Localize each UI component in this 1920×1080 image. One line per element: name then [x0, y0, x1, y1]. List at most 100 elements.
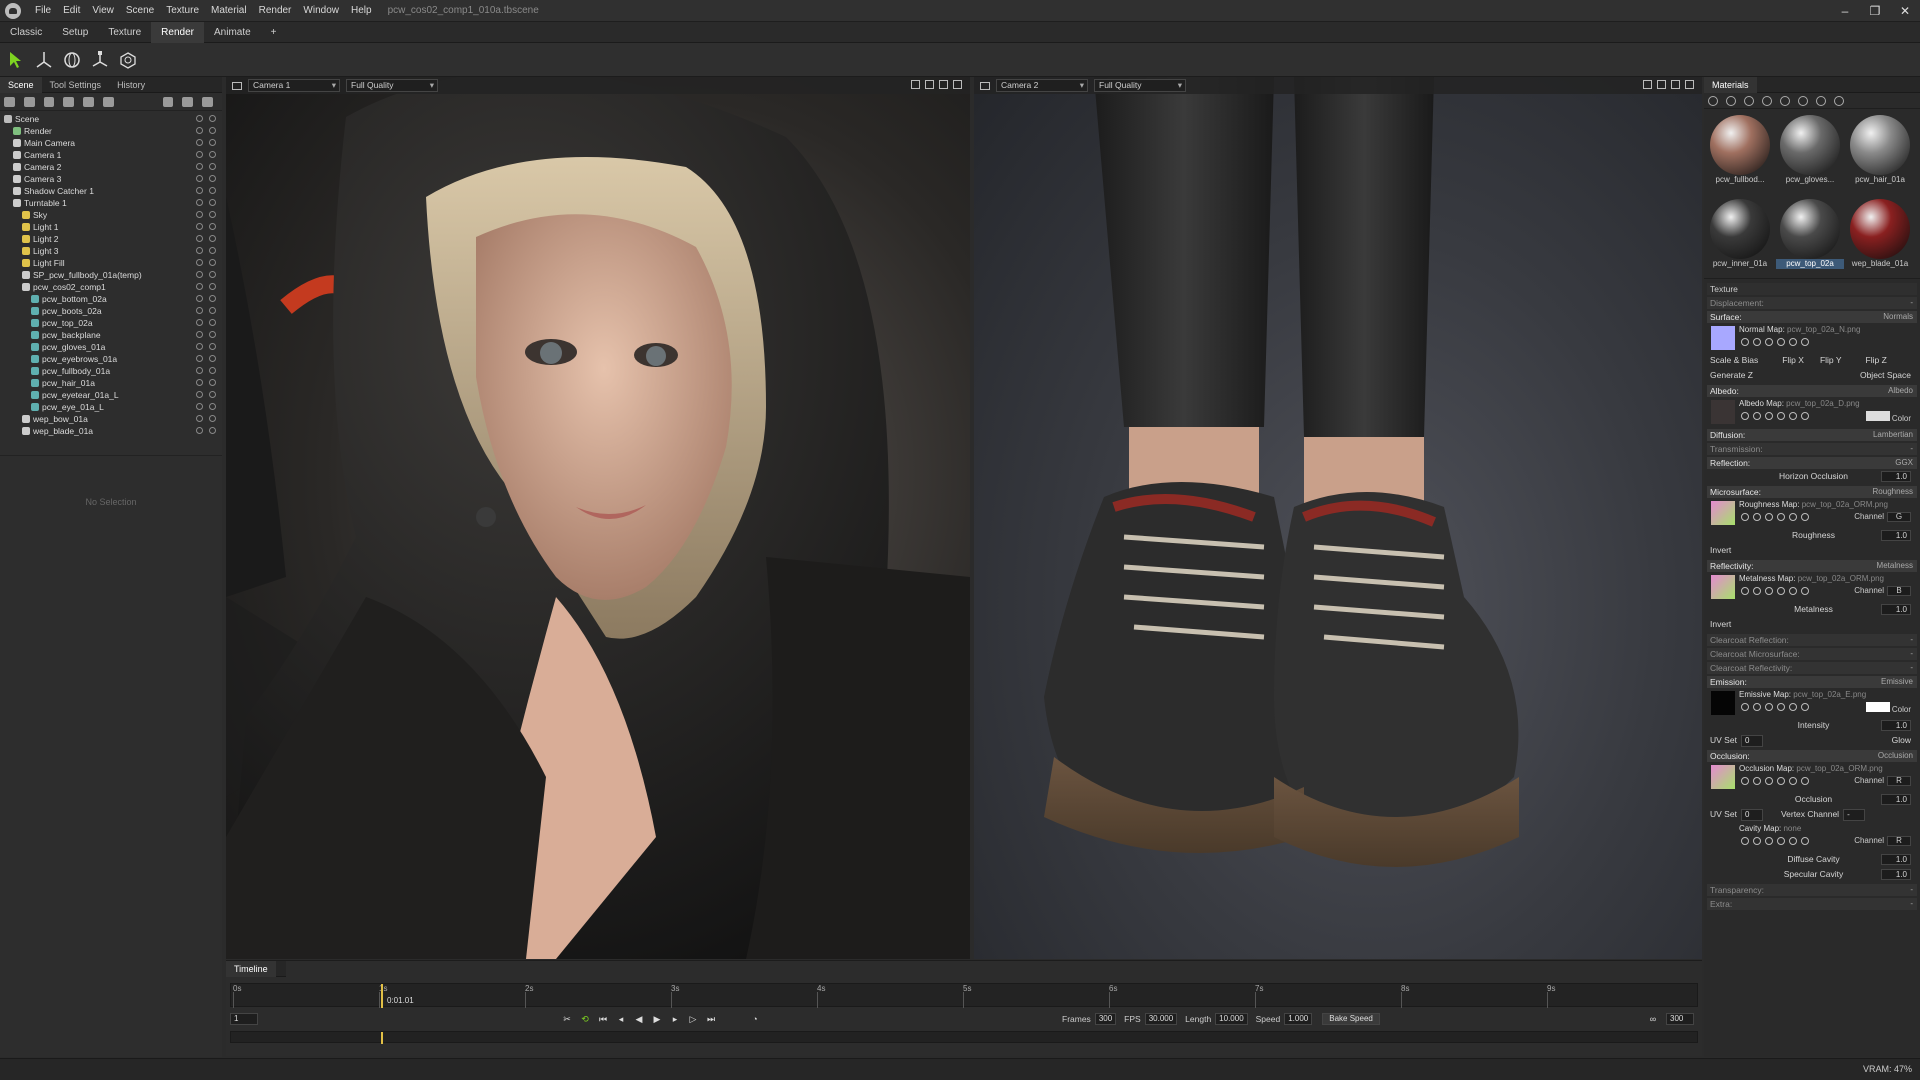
extra-section[interactable]: Extra: - [1707, 898, 1917, 910]
lock-icon[interactable] [196, 343, 203, 350]
flip-y-checkbox[interactable]: Flip Y [1820, 353, 1842, 368]
clearcoat-reflectivity-section[interactable]: Clearcoat Reflectivity: - [1707, 662, 1917, 674]
tab-texture[interactable]: Texture [98, 22, 151, 43]
move-tool-icon[interactable] [32, 48, 56, 72]
generate-z-checkbox[interactable]: Generate Z [1710, 368, 1753, 383]
paint-icon[interactable] [1765, 513, 1773, 521]
surface-section[interactable]: Surface: Normals [1707, 311, 1917, 323]
lock-icon[interactable] [196, 295, 203, 302]
timeline-ruler[interactable]: 0s 1s 2s 3s 4s 5s 6s 7s 8s 9s 0:01.01 [230, 983, 1698, 1008]
world-space-icon[interactable] [116, 48, 140, 72]
normal-map-thumbnail[interactable] [1711, 326, 1735, 350]
roughness-field[interactable]: 1.0 [1881, 530, 1911, 541]
emission-section[interactable]: Emission: Emissive [1707, 676, 1917, 688]
end-frame-field[interactable]: 300 [1666, 1013, 1694, 1025]
occlusion-section[interactable]: Occlusion: Occlusion [1707, 750, 1917, 762]
microsurface-section[interactable]: Microsurface: Roughness [1707, 486, 1917, 498]
scene-tree-item[interactable]: SP_pcw_fullbody_01a(temp) [0, 269, 222, 281]
occlusion-uv-set-select[interactable]: 0 [1740, 808, 1763, 821]
lock-icon[interactable] [196, 355, 203, 362]
duplicate-icon[interactable] [182, 96, 194, 107]
delete-material-icon[interactable] [1744, 95, 1754, 106]
visibility-icon[interactable] [209, 379, 216, 386]
close-icon[interactable]: ✕ [1890, 0, 1920, 22]
gear-icon[interactable] [1741, 338, 1749, 346]
scene-tree-item[interactable]: Camera 2 [0, 161, 222, 173]
reload-icon[interactable] [1789, 587, 1797, 595]
flip-x-checkbox[interactable]: Flip X [1782, 353, 1804, 368]
texture-section[interactable]: Texture [1707, 283, 1917, 295]
lock-icon[interactable] [196, 139, 203, 146]
start-frame-field[interactable]: 1 [230, 1013, 258, 1025]
emissive-map-thumbnail[interactable] [1711, 691, 1735, 715]
scene-tree-item[interactable]: Light 2 [0, 233, 222, 245]
albedo-color-swatch[interactable] [1865, 411, 1890, 421]
edit-icon[interactable] [1777, 513, 1785, 521]
metalness-field[interactable]: 1.0 [1881, 604, 1911, 615]
invert-checkbox[interactable]: Invert [1710, 543, 1731, 558]
folder-icon[interactable] [162, 96, 174, 107]
clock-icon[interactable]: ◔ [750, 1014, 760, 1024]
material-thumbnail[interactable]: pcw_gloves... [1776, 111, 1844, 191]
scene-tree-item[interactable]: pcw_boots_02a [0, 305, 222, 317]
step-back-icon[interactable]: ◂ [616, 1014, 626, 1024]
visibility-icon[interactable] [209, 259, 216, 266]
search-icon[interactable] [1753, 587, 1761, 595]
tab-animate[interactable]: Animate [204, 22, 261, 43]
remove-icon[interactable] [1801, 338, 1809, 346]
scene-tree-item[interactable]: Render [0, 125, 222, 137]
visibility-icon[interactable] [209, 319, 216, 326]
length-field[interactable]: 10.000 [1215, 1013, 1248, 1025]
invert-checkbox[interactable]: Invert [1710, 617, 1731, 632]
quality-select-2[interactable]: Full Quality [1094, 79, 1186, 92]
duplicate-material-icon[interactable] [1726, 95, 1736, 106]
remove-icon[interactable] [1801, 837, 1809, 845]
delete-icon[interactable] [202, 96, 214, 107]
scale-tool-icon[interactable] [88, 48, 112, 72]
cavity-map-thumbnail[interactable] [1711, 825, 1735, 849]
lock-icon[interactable] [196, 235, 203, 242]
lock-icon[interactable] [196, 223, 203, 230]
reflectivity-section[interactable]: Reflectivity: Metalness [1707, 560, 1917, 572]
lock-icon[interactable] [196, 127, 203, 134]
menu-view[interactable]: View [86, 5, 120, 16]
visibility-icon[interactable] [209, 127, 216, 134]
search-icon[interactable] [1753, 703, 1761, 711]
transmission-section[interactable]: Transmission: - [1707, 443, 1917, 455]
reload-icon[interactable] [1789, 837, 1797, 845]
visibility-icon[interactable] [209, 115, 216, 122]
keyframe-track[interactable] [230, 1031, 1698, 1044]
maximize-icon[interactable]: ❐ [1860, 0, 1890, 22]
lock-icon[interactable] [196, 427, 203, 434]
scene-tree-item[interactable]: Sky [0, 209, 222, 221]
occlusion-field[interactable]: 1.0 [1881, 794, 1911, 805]
play-forward-icon[interactable]: ▷ [688, 1014, 698, 1024]
search-icon[interactable] [1753, 837, 1761, 845]
paint-icon[interactable] [1765, 412, 1773, 420]
metalness-channel-select[interactable]: B [1887, 586, 1911, 596]
add-light-icon[interactable] [23, 96, 35, 107]
tab-history[interactable]: History [109, 77, 153, 93]
scene-tree-item[interactable]: pcw_hair_01a [0, 377, 222, 389]
menu-render[interactable]: Render [253, 5, 298, 16]
visibility-icon[interactable] [209, 151, 216, 158]
emissive-color-swatch[interactable] [1865, 702, 1890, 712]
horizon-occlusion-field[interactable]: 1.0 [1881, 471, 1911, 482]
add-tab-button[interactable]: + [261, 22, 287, 43]
lock-icon[interactable] [196, 415, 203, 422]
lock-icon[interactable] [196, 187, 203, 194]
diffusion-section[interactable]: Diffusion: Lambertian [1707, 429, 1917, 441]
lock-icon[interactable] [196, 403, 203, 410]
scene-tree-item[interactable]: Light 1 [0, 221, 222, 233]
reload-icon[interactable] [1789, 412, 1797, 420]
add-shadow-catcher-icon[interactable] [63, 96, 75, 107]
lock-icon[interactable] [196, 151, 203, 158]
metalness-map-thumbnail[interactable] [1711, 575, 1735, 599]
scene-tree-item[interactable]: wep_bow_01a [0, 413, 222, 425]
paint-icon[interactable] [1765, 703, 1773, 711]
visibility-icon[interactable] [209, 163, 216, 170]
lock-icon[interactable] [196, 175, 203, 182]
lock-icon[interactable] [196, 283, 203, 290]
remove-icon[interactable] [1801, 412, 1809, 420]
material-thumbnail[interactable]: pcw_inner_01a [1706, 195, 1774, 275]
